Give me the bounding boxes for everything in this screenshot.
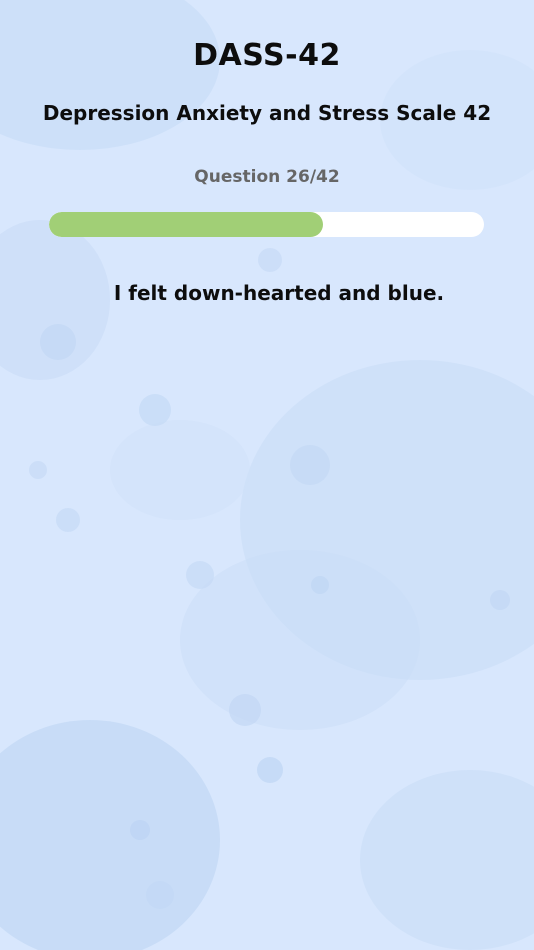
app-title: DASS-42: [193, 38, 341, 73]
app-subtitle: Depression Anxiety and Stress Scale 42: [42, 101, 492, 125]
question-text: I felt down-hearted and blue.: [113, 281, 445, 305]
question-counter-total: 42: [316, 167, 340, 187]
question-counter-label: Question: [194, 167, 287, 187]
app-screen: DASS-42 Depression Anxiety and Stress Sc…: [0, 0, 534, 950]
progress-bar-fill: [49, 212, 324, 237]
question-counter-current: 26: [286, 167, 310, 187]
progress-bar: [49, 212, 484, 237]
question-counter: Question 26/42: [0, 167, 534, 187]
